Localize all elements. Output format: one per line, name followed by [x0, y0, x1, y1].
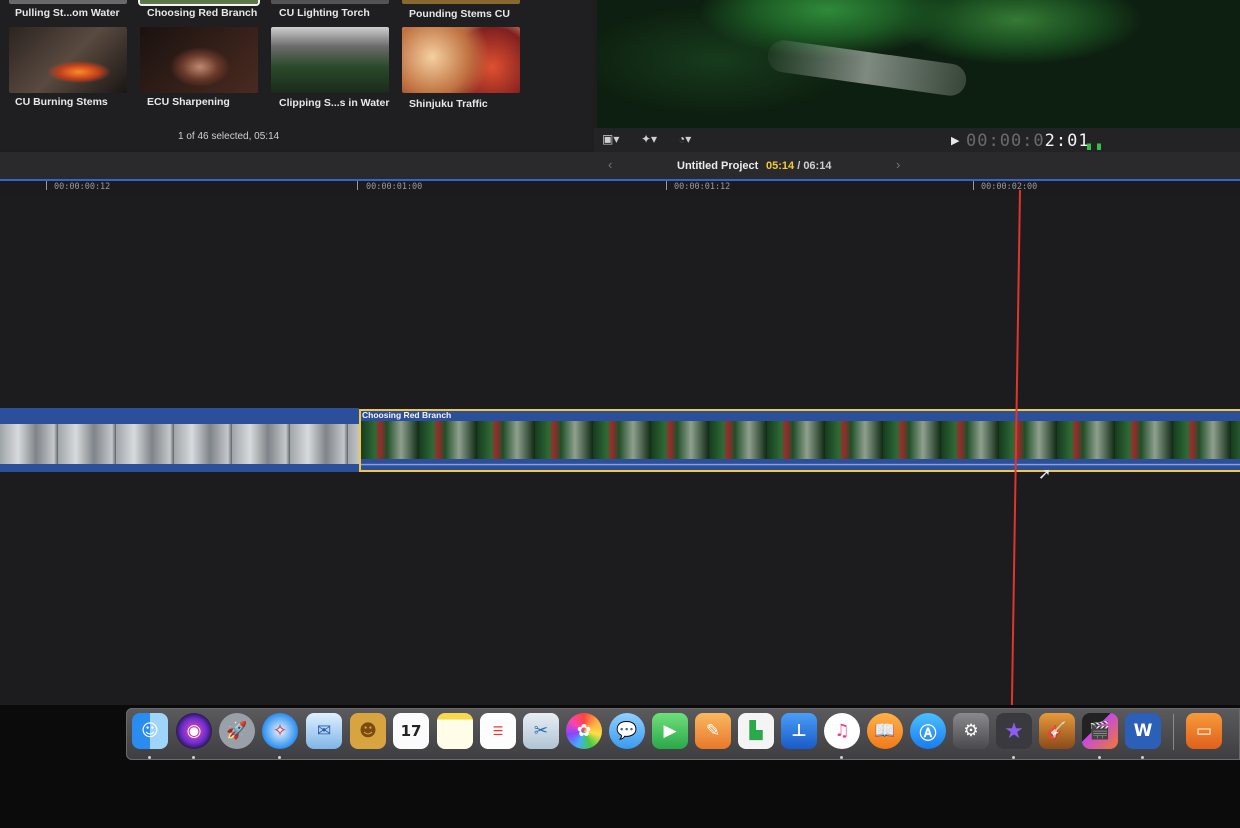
- project-name: Untitled Project: [677, 160, 759, 172]
- final-cut-pro-icon[interactable]: 🎬: [1082, 713, 1118, 749]
- clip-thumbnail-pulling[interactable]: [9, 0, 127, 4]
- clip-name: ECU Sharpening: [147, 96, 230, 108]
- numbers-icon[interactable]: ▙: [738, 713, 774, 749]
- clip-name: Choosing Red Branch: [147, 7, 258, 19]
- audio-meter-left: [1087, 132, 1091, 150]
- cursor-pointer-icon: ➚: [1038, 466, 1052, 483]
- running-indicator: [148, 756, 151, 759]
- clip-thumbnail-shinjuku[interactable]: [402, 27, 520, 93]
- timecode-bright: 2:01: [1044, 131, 1090, 151]
- clip-name: CU Lighting Torch: [279, 7, 370, 19]
- ruler-tick: [46, 181, 47, 190]
- preview-icon[interactable]: ✂: [523, 713, 559, 749]
- total-time: / 06:14: [797, 160, 832, 172]
- viewer-timecode: 00:00:02:01: [966, 131, 1090, 151]
- running-indicator: [192, 756, 195, 759]
- ruler-label: 00:00:01:00: [366, 182, 423, 192]
- clip-name: Clipping S...s in Water: [279, 97, 390, 109]
- clip-thumbnail-clipping[interactable]: [271, 27, 389, 93]
- word-icon[interactable]: W: [1125, 713, 1161, 749]
- running-indicator: [1012, 756, 1015, 759]
- filmstrip: [361, 421, 1240, 459]
- finder-icon[interactable]: ☺: [132, 713, 168, 749]
- play-icon[interactable]: ▶: [951, 134, 959, 147]
- project-bar: [0, 152, 1240, 181]
- timecode-dim: 00:00:0: [966, 131, 1045, 151]
- selection-status: 1 of 46 selected, 05:14: [178, 131, 280, 142]
- running-indicator: [840, 756, 843, 759]
- reminders-icon[interactable]: ☰: [480, 713, 516, 749]
- notes-icon[interactable]: [437, 713, 473, 749]
- timeline-ruler[interactable]: [0, 181, 1240, 195]
- ruler-tick: [357, 181, 358, 190]
- garageband-icon[interactable]: 🎸: [1039, 713, 1075, 749]
- clip-title: Choosing Red Branch: [362, 410, 452, 420]
- ruler-label: 00:00:00:12: [54, 182, 111, 192]
- ruler-label: 00:00:01:12: [674, 182, 731, 192]
- clip-name: CU Burning Stems: [15, 96, 108, 108]
- clip-thumbnail-pounding[interactable]: [402, 0, 520, 4]
- viewer-frame: [765, 38, 969, 98]
- messages-icon[interactable]: 💬: [609, 713, 645, 749]
- clip-name: Pounding Stems CU: [409, 8, 510, 20]
- view-options-icon[interactable]: ▣▾: [602, 132, 619, 146]
- contacts-icon[interactable]: ☻: [350, 713, 386, 749]
- itunes-icon[interactable]: ♫: [824, 713, 860, 749]
- speed-gauge-icon[interactable]: ◔▾: [678, 132, 691, 146]
- calendar-icon[interactable]: 17: [393, 713, 429, 749]
- mail-icon[interactable]: ✉: [306, 713, 342, 749]
- viewer[interactable]: [597, 0, 1240, 128]
- audio-meter-right: [1097, 132, 1101, 150]
- clip-thumbnail-lighting[interactable]: [271, 0, 389, 4]
- timeline-clip-selected[interactable]: [359, 409, 1240, 472]
- ruler-tick: [973, 181, 974, 190]
- clip-thumbnail-choosing[interactable]: [140, 0, 258, 4]
- project-duration: 05:14 / 06:14: [766, 160, 831, 172]
- running-indicator: [1098, 756, 1101, 759]
- back-arrow-icon[interactable]: ‹: [608, 157, 612, 172]
- pages-icon[interactable]: ✎: [695, 713, 731, 749]
- clip-name: Shinjuku Traffic: [409, 98, 488, 110]
- siri-icon[interactable]: ◉: [176, 713, 212, 749]
- filmstrip: [0, 424, 359, 464]
- forward-arrow-icon[interactable]: ›: [896, 157, 900, 172]
- app-store-icon[interactable]: Ⓐ: [910, 713, 946, 749]
- launchpad-icon[interactable]: 🚀: [219, 713, 255, 749]
- system-preferences-icon[interactable]: ⚙: [953, 713, 989, 749]
- running-indicator: [278, 756, 281, 759]
- clip-thumbnail-burning[interactable]: [9, 27, 127, 93]
- imovie-icon[interactable]: ★: [996, 713, 1032, 749]
- clip-name: Pulling St...om Water: [15, 7, 120, 19]
- keynote-icon[interactable]: ⊥: [781, 713, 817, 749]
- browser-pane: Pulling St...om Water Choosing Red Branc…: [0, 0, 594, 150]
- facetime-icon[interactable]: ▶: [652, 713, 688, 749]
- timeline-clip-previous[interactable]: [0, 408, 359, 472]
- ruler-tick: [666, 181, 667, 190]
- safari-icon[interactable]: ✧: [262, 713, 298, 749]
- clip-thumbnail-sharpening[interactable]: [140, 27, 258, 93]
- ibooks-icon[interactable]: 📖: [867, 713, 903, 749]
- photos-icon[interactable]: ✿: [566, 713, 602, 749]
- office-folder-icon[interactable]: ▭: [1186, 713, 1222, 749]
- ruler-label: 00:00:02:00: [981, 182, 1038, 192]
- audio-waveform: [361, 461, 1240, 469]
- current-time: 05:14: [766, 160, 795, 172]
- running-indicator: [1141, 756, 1144, 759]
- dock-separator: [1173, 714, 1174, 750]
- magic-wand-icon[interactable]: ✦▾: [641, 132, 657, 146]
